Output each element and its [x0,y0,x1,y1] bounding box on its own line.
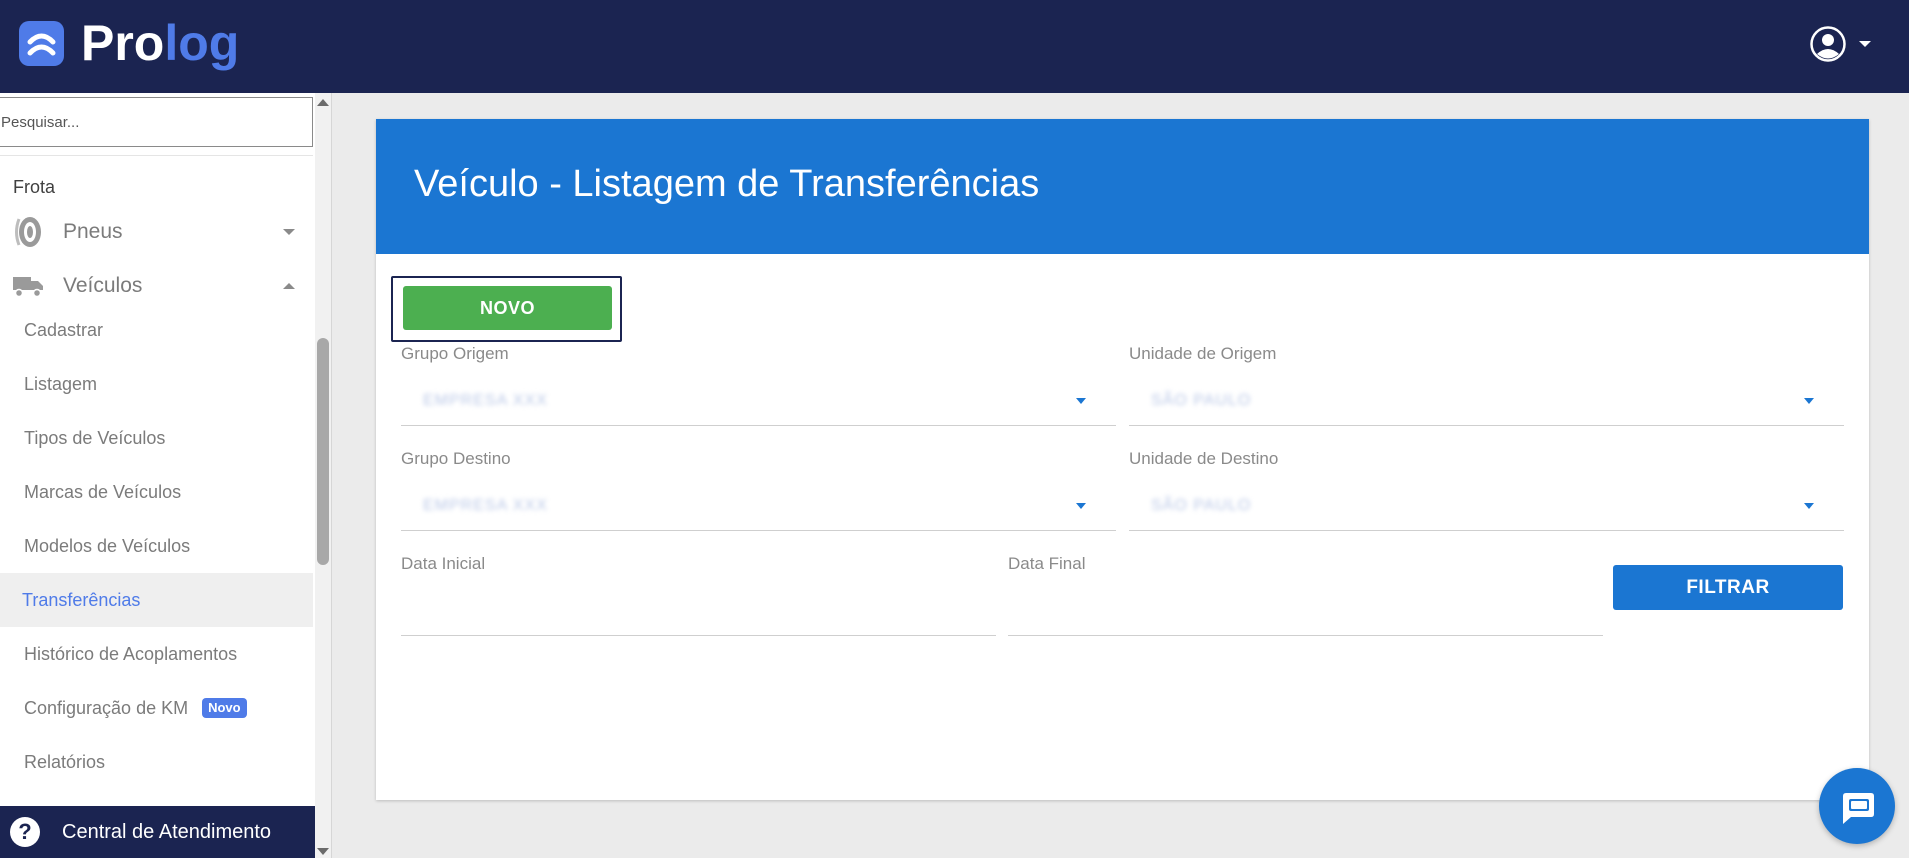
logo[interactable]: Prolog [19,18,239,68]
sidebar-search-input[interactable] [0,97,313,147]
chevron-down-icon [1076,398,1086,404]
sidebar-item-listagem[interactable]: Listagem [0,357,313,411]
chevron-down-icon [283,229,295,235]
sidebar-item-modelos-de-veiculos[interactable]: Modelos de Veículos [0,519,313,573]
scroll-up-arrow-icon[interactable] [317,99,329,106]
filtrar-button[interactable]: FILTRAR [1613,565,1843,610]
chat-bubble-icon [1843,793,1874,824]
unidade-origem-select[interactable]: SÃO PAULO [1129,374,1844,426]
help-circle-icon: ? [10,817,40,847]
chevron-down-icon [1804,503,1814,509]
chevron-up-icon [283,283,295,289]
transfer-list-card: Veículo - Listagem de Transferências NOV… [376,119,1869,800]
logo-mark-icon [19,20,64,66]
grupo-destino-label: Grupo Destino [401,449,511,468]
grupo-destino-select[interactable]: EMPRESA XXX [401,479,1116,531]
unidade-origem-value: SÃO PAULO [1151,392,1252,409]
logo-text-pro: Pro [81,15,165,71]
grupo-destino-value: EMPRESA XXX [423,497,548,514]
chevron-down-icon [1859,41,1871,47]
logo-text: Prolog [81,18,239,68]
divider [0,155,313,156]
help-center-label: Central de Atendimento [62,820,272,843]
help-center-button[interactable]: ? Central de Atendimento [0,806,315,858]
grupo-origem-select[interactable]: EMPRESA XXX [401,374,1116,426]
sidebar-item-relatorios[interactable]: Relatórios [0,735,313,789]
user-circle-icon [1810,26,1846,62]
unidade-destino-label: Unidade de Destino [1129,449,1279,468]
tire-icon [8,214,48,250]
logo-text-log: log [164,15,240,71]
top-app-bar: Prolog [0,0,1909,93]
chevron-down-icon [1076,503,1086,509]
sidebar-item-marcas-de-veiculos[interactable]: Marcas de Veículos [0,465,313,519]
sidebar-item-tipos-de-veiculos[interactable]: Tipos de Veículos [0,411,313,465]
sidebar-group-label: Pneus [63,220,123,243]
data-inicial-input[interactable] [401,584,996,636]
chat-button[interactable] [1819,768,1895,844]
sidebar-item-configuracao-de-km[interactable]: Configuração de KM Novo [0,681,313,735]
chevron-down-icon [1804,398,1814,404]
data-inicial-label: Data Inicial [401,554,486,573]
novo-button[interactable]: NOVO [403,286,612,330]
unidade-destino-value: SÃO PAULO [1151,497,1252,514]
scroll-down-arrow-icon[interactable] [317,848,329,855]
new-badge: Novo [202,698,247,718]
sidebar-group-label: Veículos [63,274,143,297]
grupo-origem-label: Grupo Origem [401,344,509,363]
sidebar-item-label: Configuração de KM [24,697,189,718]
card-header: Veículo - Listagem de Transferências [376,119,1869,254]
sidebar-section-frota: Frota [13,177,56,197]
unidade-origem-label: Unidade de Origem [1129,344,1277,363]
grupo-origem-value: EMPRESA XXX [423,392,548,409]
sidebar-item-transferencias[interactable]: Transferências [0,573,313,627]
sidebar: Frota Pneus Veículos Cadastrar Listagem … [0,93,332,858]
truck-icon [8,268,48,304]
sidebar-item-historico-de-acoplamentos[interactable]: Histórico de Acoplamentos [0,627,313,681]
sidebar-item-cadastrar[interactable]: Cadastrar [0,303,313,357]
sidebar-scrollbar-thumb[interactable] [317,338,329,565]
data-final-label: Data Final [1008,554,1086,573]
sidebar-group-pneus[interactable]: Pneus [0,208,313,256]
unidade-destino-select[interactable]: SÃO PAULO [1129,479,1844,531]
data-final-input[interactable] [1008,584,1603,636]
user-menu-button[interactable] [1809,25,1871,63]
page-title: Veículo - Listagem de Transferências [414,163,1040,205]
